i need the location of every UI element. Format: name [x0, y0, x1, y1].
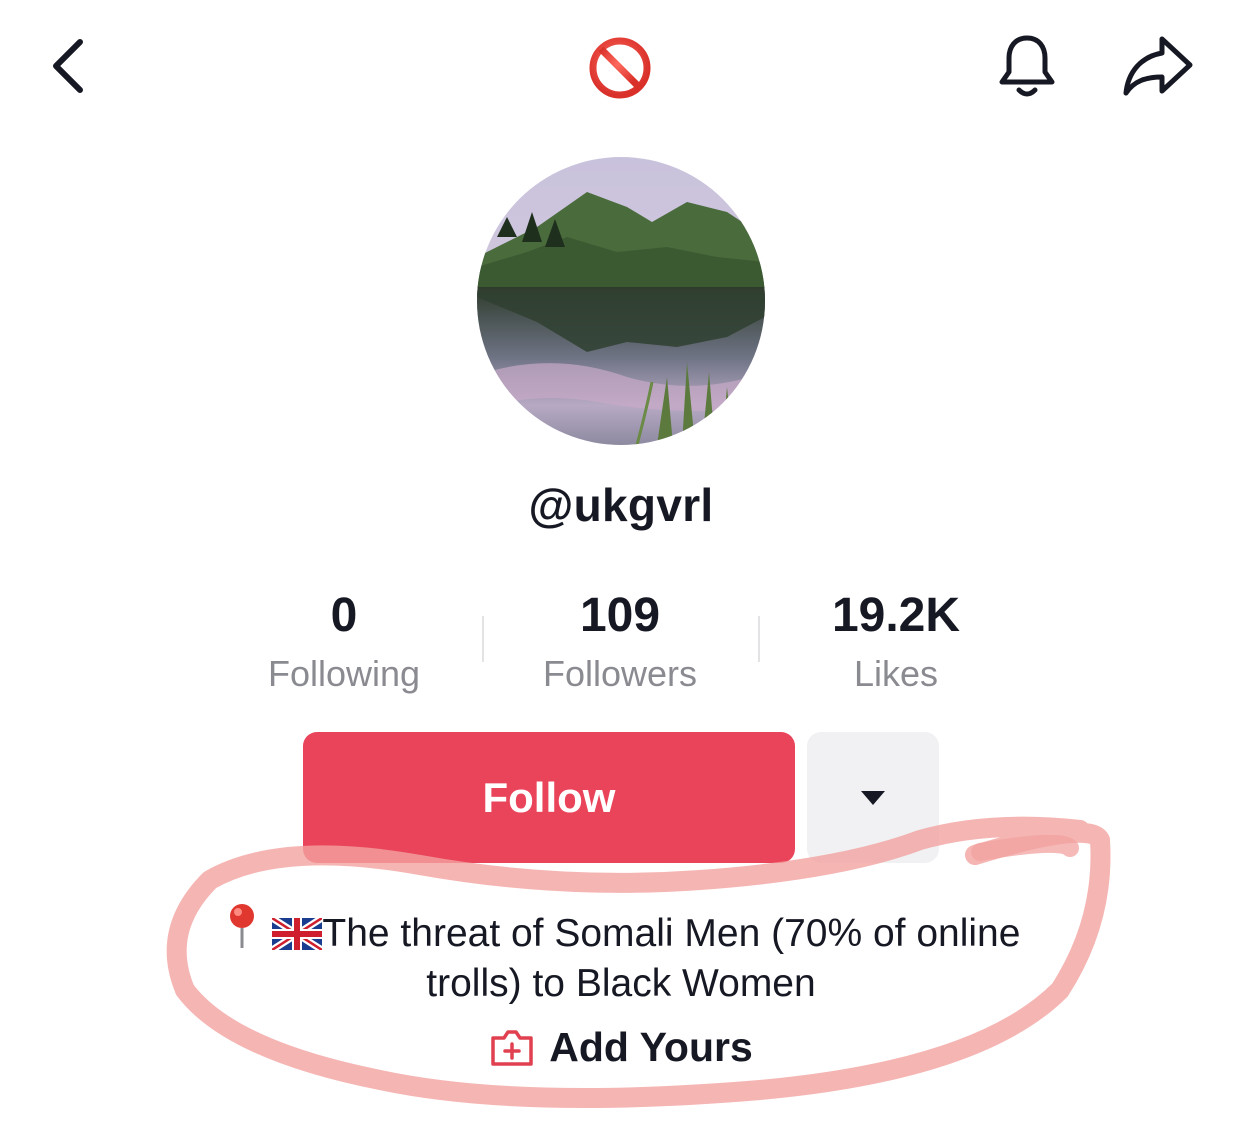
no-entry-icon	[585, 35, 655, 101]
followers-label: Followers	[542, 653, 698, 694]
stat-divider	[758, 616, 760, 662]
share-arrow-icon	[1123, 36, 1193, 96]
round-pushpin-icon	[229, 904, 254, 948]
bio: The threat of Somali Men (70% of online …	[160, 902, 1082, 1009]
bio-text-line-2: trolls) to Black Women	[426, 962, 816, 1005]
add-yours-icon	[491, 1029, 533, 1066]
uk-flag-icon	[272, 918, 323, 950]
caret-down-icon	[861, 790, 885, 805]
stat-followers[interactable]: 109 Followers	[500, 588, 740, 698]
top-bar	[0, 0, 1242, 130]
add-yours-label: Add Yours	[549, 1024, 753, 1070]
following-count: 0	[330, 589, 358, 642]
following-label: Following	[267, 653, 421, 694]
avatar[interactable]	[477, 157, 765, 445]
username: @ukgvrl	[528, 479, 714, 531]
stat-likes[interactable]: 19.2K Likes	[776, 588, 1016, 698]
likes-label: Likes	[853, 653, 939, 694]
stat-divider	[482, 616, 484, 662]
share-button[interactable]	[1118, 30, 1198, 102]
bio-line-1: The threat of Somali Men (70% of online	[160, 902, 1082, 959]
stat-following[interactable]: 0 Following	[224, 588, 464, 698]
bell-icon	[999, 35, 1055, 97]
follow-button[interactable]: Follow	[303, 732, 795, 863]
bio-text-line-1: The threat of Somali Men (70% of online	[322, 912, 1021, 955]
add-yours-button[interactable]: Add Yours	[0, 1024, 1242, 1071]
back-button[interactable]	[36, 30, 100, 102]
likes-count: 19.2K	[831, 589, 961, 642]
chevron-left-icon	[53, 39, 83, 93]
followers-count: 109	[579, 589, 661, 642]
notification-button[interactable]	[990, 28, 1064, 104]
more-options-button[interactable]	[807, 732, 939, 863]
